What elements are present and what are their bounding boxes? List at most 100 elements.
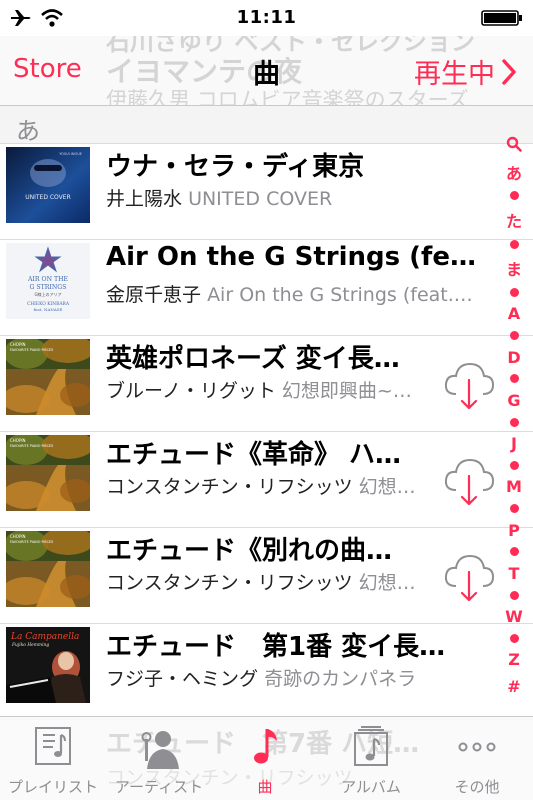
tab-label: プレイリスト xyxy=(7,778,98,796)
song-row[interactable]: CHOPIN FAVOURITE PIANO PIECES エチュード《革命》 … xyxy=(0,432,533,528)
now-playing-label: 再生中 xyxy=(414,59,495,90)
album-artwork: La Campanella Fujiko Hemming xyxy=(6,627,90,703)
album-artwork: CHOPIN FAVOURITE PIANO PIECES xyxy=(6,531,90,607)
cloud-download-icon[interactable] xyxy=(442,358,496,414)
index-separator-dot[interactable] xyxy=(509,590,519,600)
album-icon xyxy=(354,726,388,766)
tab-label: その他 xyxy=(454,778,500,796)
svg-text:FAVOURITE PIANO PIECES: FAVOURITE PIANO PIECES xyxy=(10,444,53,448)
svg-text:G STRINGS: G STRINGS xyxy=(30,284,67,291)
index-item[interactable]: P xyxy=(508,521,520,540)
index-separator-dot[interactable] xyxy=(509,633,519,643)
svg-text:feat. NANASE: feat. NANASE xyxy=(34,307,63,312)
cloud-download-icon[interactable] xyxy=(442,550,496,606)
album-artwork: CHOPIN FAVOURITE PIANO PIECES xyxy=(6,339,90,415)
album-artwork: AIR ON THE G STRINGS G線上のアリア CHIEKO KINB… xyxy=(6,243,90,319)
svg-text:FAVOURITE PIANO PIECES: FAVOURITE PIANO PIECES xyxy=(10,540,53,544)
now-playing-button[interactable]: 再生中 xyxy=(414,52,517,91)
svg-text:Fujiko Hemming: Fujiko Hemming xyxy=(11,643,49,648)
index-item[interactable]: た xyxy=(506,208,522,232)
tab-artists[interactable]: アーティスト xyxy=(106,717,212,800)
svg-text:CHOPIN: CHOPIN xyxy=(10,438,26,443)
song-title: エチュード《別れの曲… xyxy=(106,536,393,566)
tab-label: アーティスト xyxy=(114,778,204,796)
index-item[interactable]: ま xyxy=(506,256,522,280)
song-list: UNITED COVER YOSUI INOUE ウナ・セラ・ディ東京 井上陽水… xyxy=(0,144,533,720)
svg-text:G線上のアリア: G線上のアリア xyxy=(34,291,61,297)
tab-albums[interactable]: アルバム xyxy=(318,717,424,800)
svg-text:YOSUI INOUE: YOSUI INOUE xyxy=(59,152,82,156)
index-item[interactable]: G xyxy=(507,391,520,410)
svg-text:CHOPIN: CHOPIN xyxy=(10,342,26,347)
chevron-right-icon xyxy=(502,58,516,85)
tab-songs[interactable]: 曲 xyxy=(212,717,318,800)
song-title: ウナ・セラ・ディ東京 xyxy=(106,152,365,182)
section-header-label: あ xyxy=(16,117,40,145)
index-item[interactable]: M xyxy=(506,477,522,496)
tab-label: 曲 xyxy=(257,778,273,796)
song-artist: ブルーノ・リグット xyxy=(106,380,276,402)
song-row[interactable]: UNITED COVER YOSUI INOUE ウナ・セラ・ディ東京 井上陽水… xyxy=(0,144,533,240)
battery-icon xyxy=(481,10,522,26)
tab-bar: エチュード 第7番 ハ短… コンスタンチン・リフシッツ プレイリスト アーティス… xyxy=(0,716,533,800)
svg-text:CHOPIN: CHOPIN xyxy=(10,534,26,539)
svg-text:UNITED COVER: UNITED COVER xyxy=(25,194,71,201)
song-title: エチュード《革命》 ハ… xyxy=(106,440,402,470)
index-separator-dot[interactable] xyxy=(509,287,519,297)
song-album: Air On the G Strings (feat.… xyxy=(207,284,473,306)
song-title: エチュード 第1番 変イ長… xyxy=(106,632,446,662)
song-row[interactable]: La Campanella Fujiko Hemming エチュード 第1番 変… xyxy=(0,624,533,720)
search-icon[interactable] xyxy=(506,136,522,152)
index-item[interactable]: A xyxy=(508,304,520,323)
navigation-bar: 石川さゆり ベスト・セレクション イヨマンテの夜 伊藤久男 コロムビア音楽祭のス… xyxy=(0,36,533,106)
index-separator-dot[interactable] xyxy=(509,417,519,427)
svg-text:FAVOURITE PIANO PIECES: FAVOURITE PIANO PIECES xyxy=(10,348,53,352)
tab-more[interactable]: その他 xyxy=(424,717,530,800)
song-meta: ブルーノ・リグット 幻想即興曲~… xyxy=(106,376,428,403)
song-meta: 金原千恵子 Air On the G Strings (feat.… xyxy=(106,280,476,307)
clock: 11:11 xyxy=(236,7,297,28)
album-artwork: CHOPIN FAVOURITE PIANO PIECES xyxy=(6,435,90,511)
song-artist: コンスタンチン・リフシッツ xyxy=(106,476,353,498)
index-item[interactable]: D xyxy=(507,348,520,367)
song-album: 幻想… xyxy=(358,572,416,594)
artist-icon xyxy=(141,731,179,769)
music-note-icon xyxy=(254,729,277,764)
index-separator-dot[interactable] xyxy=(509,460,519,470)
song-row[interactable]: AIR ON THE G STRINGS G線上のアリア CHIEKO KINB… xyxy=(0,240,533,336)
index-separator-dot[interactable] xyxy=(509,331,519,340)
song-album: UNITED COVER xyxy=(188,188,333,210)
song-row[interactable]: CHOPIN FAVOURITE PIANO PIECES 英雄ポロネーズ 変イ… xyxy=(0,336,533,432)
index-item[interactable]: W xyxy=(505,607,523,626)
song-artist: コンスタンチン・リフシッツ xyxy=(106,572,353,594)
song-meta: フジ子・ヘミング 奇跡のカンパネラ xyxy=(106,664,476,691)
song-row[interactable]: CHOPIN FAVOURITE PIANO PIECES エチュード《別れの曲… xyxy=(0,528,533,624)
section-header: あ xyxy=(0,106,533,145)
index-item[interactable]: T xyxy=(509,564,520,583)
index-separator-dot[interactable] xyxy=(509,504,519,513)
song-meta: コンスタンチン・リフシッツ 幻想… xyxy=(106,472,428,499)
section-index-bar[interactable]: あ た ま A D G J M P T W Z # xyxy=(497,136,531,696)
song-title: 英雄ポロネーズ 変イ長… xyxy=(106,344,400,374)
tab-label: アルバム xyxy=(341,778,401,796)
index-separator-dot[interactable] xyxy=(509,239,519,249)
tab-playlists[interactable]: プレイリスト xyxy=(0,717,106,800)
song-title: Air On the G Strings (feat.… xyxy=(106,242,476,272)
index-item[interactable]: あ xyxy=(506,160,522,184)
song-meta: コンスタンチン・リフシッツ 幻想… xyxy=(106,568,428,595)
index-item[interactable]: # xyxy=(507,677,520,696)
song-artist: 金原千恵子 xyxy=(106,284,202,306)
svg-text:La Campanella: La Campanella xyxy=(10,632,79,642)
index-item[interactable]: Z xyxy=(508,650,520,669)
cloud-download-icon[interactable] xyxy=(442,454,496,510)
more-icon xyxy=(458,742,496,752)
index-separator-dot[interactable] xyxy=(509,547,519,557)
index-item[interactable]: J xyxy=(511,434,517,453)
album-artwork: UNITED COVER YOSUI INOUE xyxy=(6,147,90,223)
playlist-icon xyxy=(35,727,71,765)
index-separator-dot[interactable] xyxy=(509,191,519,201)
status-bar: 11:11 xyxy=(0,0,533,36)
index-separator-dot[interactable] xyxy=(509,374,519,384)
song-album: 奇跡のカンパネラ xyxy=(264,668,417,690)
song-album: 幻想即興曲~… xyxy=(281,380,412,402)
